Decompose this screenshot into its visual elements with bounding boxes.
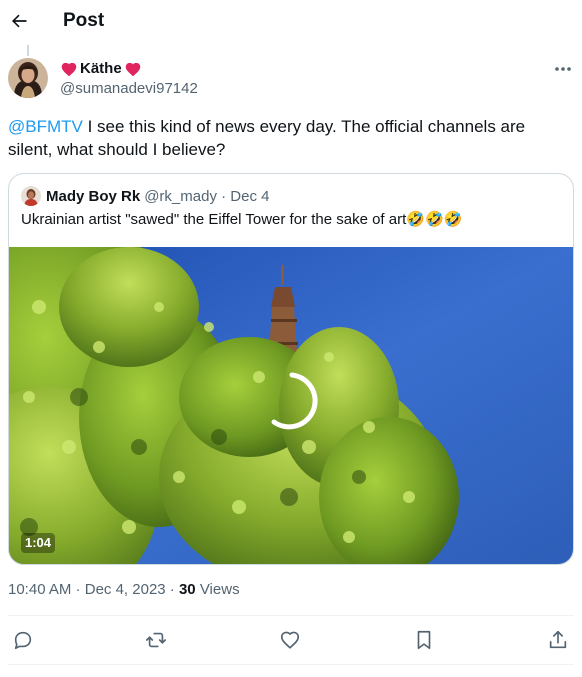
meta-separator: · [216, 187, 231, 205]
video-thumbnail [9, 247, 573, 564]
red-heart-emoji [61, 62, 77, 77]
post-body-text: I see this kind of news every day. The o… [8, 117, 526, 159]
more-options-button[interactable] [552, 60, 574, 78]
reply-icon [14, 631, 32, 650]
views-count: 30 [178, 581, 196, 598]
divider [8, 615, 574, 616]
post-time[interactable]: 10:40 AM [8, 581, 71, 598]
quoted-post-date[interactable]: Dec 4 [230, 188, 269, 205]
author-handle[interactable]: @sumanadevi97142 [60, 80, 198, 98]
bookmark-button[interactable] [412, 628, 436, 652]
views-label: Views [199, 581, 240, 598]
post-date[interactable]: Dec 4, 2023 [85, 581, 166, 598]
quoted-post-header: Mady Boy Rk @rk_mady · Dec 4 [21, 186, 269, 206]
post-text: @BFMTV I see this kind of news every day… [8, 115, 568, 161]
more-horizontal-icon [555, 67, 571, 71]
heart-outline-icon [280, 631, 300, 649]
author-name[interactable]: Käthe [60, 60, 142, 78]
share-icon [549, 630, 567, 649]
video-duration-badge: 1:04 [21, 533, 56, 553]
red-heart-emoji [125, 62, 140, 77]
quoted-post-card[interactable]: Mady Boy Rk @rk_mady · Dec 4 Ukrainian a… [8, 173, 574, 565]
meta-separator: · [71, 581, 85, 598]
like-button[interactable] [278, 628, 302, 652]
author-name-text: Käthe [80, 60, 122, 77]
repost-icon [146, 632, 166, 648]
arrow-left-icon [12, 14, 27, 28]
post-header: Post [0, 0, 582, 44]
page-title: Post [63, 10, 105, 31]
reply-button[interactable] [11, 628, 35, 652]
post-meta: 10:40 AM · Dec 4, 2023 · 30 Views [8, 580, 240, 600]
repost-button[interactable] [144, 628, 168, 652]
thread-connector-line [27, 45, 29, 56]
divider [8, 664, 574, 665]
video-player[interactable]: 1:04 [9, 247, 573, 564]
quoted-author-name[interactable]: Mady Boy Rk [46, 188, 140, 205]
avatar-image [8, 58, 48, 98]
meta-separator: · [165, 581, 179, 598]
bookmark-icon [417, 630, 431, 650]
author-avatar[interactable] [8, 58, 48, 98]
avatar-image [21, 186, 41, 206]
back-button[interactable] [8, 8, 30, 34]
quoted-post-text: Ukrainian artist "sawed" the Eiffel Towe… [21, 211, 463, 228]
quoted-author-handle[interactable]: @rk_mady [144, 188, 217, 205]
mention-link[interactable]: @BFMTV [8, 117, 83, 136]
quoted-author-avatar[interactable] [21, 186, 41, 206]
share-button[interactable] [546, 628, 570, 652]
